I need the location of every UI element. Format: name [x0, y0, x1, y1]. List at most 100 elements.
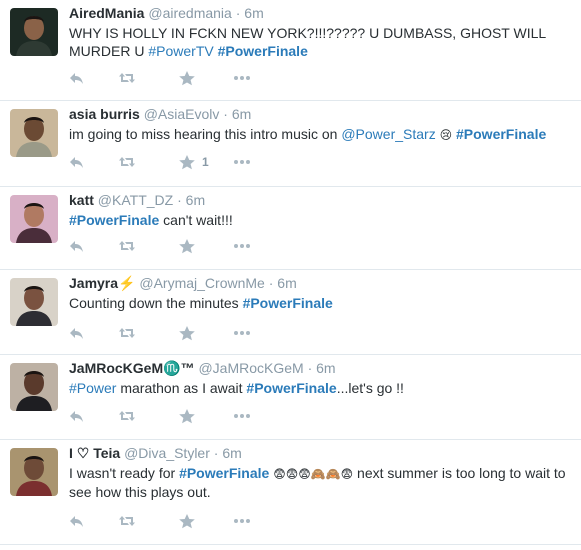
separator-dot: ·	[173, 192, 186, 208]
more-icon	[232, 238, 252, 254]
hashtag-link[interactable]: #Power	[69, 380, 116, 396]
reply-button[interactable]	[68, 513, 86, 529]
tweet[interactable]: JaMRocKGeM♏™ @JaMRocKGeM · 6m #Power mara…	[0, 355, 581, 440]
favorite-button[interactable]	[178, 325, 202, 341]
tweet[interactable]: AiredMania @airedmania · 6m WHY IS HOLLY …	[0, 0, 581, 101]
user-name[interactable]: I ♡ Teia	[69, 445, 120, 461]
separator-dot: ·	[219, 106, 232, 122]
timestamp[interactable]: 6m	[244, 5, 263, 21]
reply-icon	[68, 154, 86, 170]
tweet[interactable]: I ♡ Teia @Diva_Styler · 6m I wasn't ready…	[0, 440, 581, 545]
reply-icon	[68, 513, 86, 529]
tweet[interactable]: Jamyra⚡ @Arymaj_CrownMe · 6m Counting dow…	[0, 270, 581, 355]
hashtag-link[interactable]: #PowerFinale	[243, 295, 333, 311]
more-button[interactable]	[232, 513, 252, 529]
timestamp[interactable]: 6m	[222, 445, 241, 461]
reply-button[interactable]	[68, 325, 86, 341]
user-name[interactable]: asia burris	[69, 106, 140, 122]
tweet-actions	[68, 238, 288, 254]
more-button[interactable]	[232, 70, 252, 86]
retweet-icon	[118, 408, 136, 424]
avatar[interactable]	[10, 109, 58, 157]
more-button[interactable]	[232, 154, 252, 170]
reply-button[interactable]	[68, 70, 86, 86]
tweet-feed: AiredMania @airedmania · 6m WHY IS HOLLY …	[0, 0, 581, 550]
reply-icon	[68, 408, 86, 424]
favorite-icon	[178, 325, 196, 341]
hashtag-link[interactable]: #PowerFinale	[69, 212, 159, 228]
retweet-icon	[118, 70, 136, 86]
text-segment: can't wait!!!	[159, 212, 233, 228]
retweet-button[interactable]	[118, 513, 136, 529]
more-button[interactable]	[232, 325, 252, 341]
hashtag-link[interactable]: #PowerFinale	[456, 126, 546, 142]
more-button[interactable]	[232, 238, 252, 254]
text-segment: Counting down the minutes	[69, 295, 243, 311]
reply-button[interactable]	[68, 408, 86, 424]
tweet[interactable]: katt @KATT_DZ · 6m #PowerFinale can't wai…	[0, 187, 581, 270]
tweet-text: im going to miss hearing this intro musi…	[69, 125, 571, 144]
avatar[interactable]	[10, 195, 58, 243]
user-name[interactable]: katt	[69, 192, 94, 208]
tweet-text: Counting down the minutes #PowerFinale	[69, 294, 571, 312]
tweet-actions	[68, 408, 288, 424]
favorite-button[interactable]	[178, 513, 202, 529]
timestamp[interactable]: 6m	[232, 106, 251, 122]
text-segment: marathon as I await	[116, 380, 247, 396]
user-handle[interactable]: @JaMRocKGeM	[198, 360, 303, 376]
tweet-text: #PowerFinale can't wait!!!	[69, 211, 571, 229]
favorite-button[interactable]	[178, 70, 202, 86]
more-icon	[232, 325, 252, 341]
hashtag-link[interactable]: #PowerFinale	[218, 43, 308, 59]
hashtag-link[interactable]: #PowerFinale	[246, 380, 336, 396]
tweet-header: asia burris @AsiaEvolv · 6m	[69, 105, 571, 123]
mention-link[interactable]: @Power_Starz	[341, 126, 435, 142]
reply-button[interactable]	[68, 238, 86, 254]
timestamp[interactable]: 6m	[316, 360, 335, 376]
user-handle[interactable]: @airedmania	[148, 5, 231, 21]
retweet-button[interactable]	[118, 70, 136, 86]
more-button[interactable]	[232, 408, 252, 424]
user-name[interactable]: JaMRocKGeM♏™	[69, 360, 195, 376]
avatar[interactable]	[10, 448, 58, 496]
tweet[interactable]: asia burris @AsiaEvolv · 6m im going to m…	[0, 101, 581, 187]
favorite-button[interactable]	[178, 408, 202, 424]
user-handle[interactable]: @Diva_Styler	[124, 445, 210, 461]
more-icon	[232, 70, 252, 86]
tweet-actions: 1	[68, 154, 288, 170]
reply-icon	[68, 325, 86, 341]
user-handle[interactable]: @Arymaj_CrownMe	[139, 275, 264, 291]
timestamp[interactable]: 6m	[186, 192, 205, 208]
tweet-content: I ♡ Teia @Diva_Styler · 6m I wasn't ready…	[69, 444, 571, 501]
retweet-button[interactable]	[118, 408, 136, 424]
favorite-icon	[178, 513, 196, 529]
favorite-button[interactable]	[178, 238, 202, 254]
user-name[interactable]: AiredMania	[69, 5, 144, 21]
avatar[interactable]	[10, 363, 58, 411]
hashtag-link[interactable]: #PowerTV	[148, 43, 213, 59]
reply-icon	[68, 238, 86, 254]
reply-button[interactable]	[68, 154, 86, 170]
favorite-button[interactable]: 1	[178, 154, 209, 170]
more-icon	[232, 513, 252, 529]
favorite-icon	[178, 154, 196, 170]
more-icon	[232, 408, 252, 424]
avatar[interactable]	[10, 8, 58, 56]
text-segment: ...let's go !!	[336, 380, 404, 396]
user-handle[interactable]: @KATT_DZ	[98, 192, 173, 208]
emoji: 😨😨😨🙈🙈😨	[273, 467, 354, 481]
tweet-content: AiredMania @airedmania · 6m WHY IS HOLLY …	[69, 4, 571, 60]
tweet-content: Jamyra⚡ @Arymaj_CrownMe · 6m Counting dow…	[69, 274, 571, 312]
retweet-button[interactable]	[118, 154, 136, 170]
retweet-button[interactable]	[118, 325, 136, 341]
user-name[interactable]: Jamyra⚡	[69, 275, 135, 291]
tweet-actions	[68, 513, 288, 529]
timestamp[interactable]: 6m	[277, 275, 296, 291]
separator-dot: ·	[264, 275, 278, 291]
retweet-button[interactable]	[118, 238, 136, 254]
user-handle[interactable]: @AsiaEvolv	[144, 106, 220, 122]
tweet-content: JaMRocKGeM♏™ @JaMRocKGeM · 6m #Power mara…	[69, 359, 571, 397]
tweet-actions	[68, 70, 288, 86]
hashtag-link[interactable]: #PowerFinale	[179, 465, 269, 481]
avatar[interactable]	[10, 278, 58, 326]
